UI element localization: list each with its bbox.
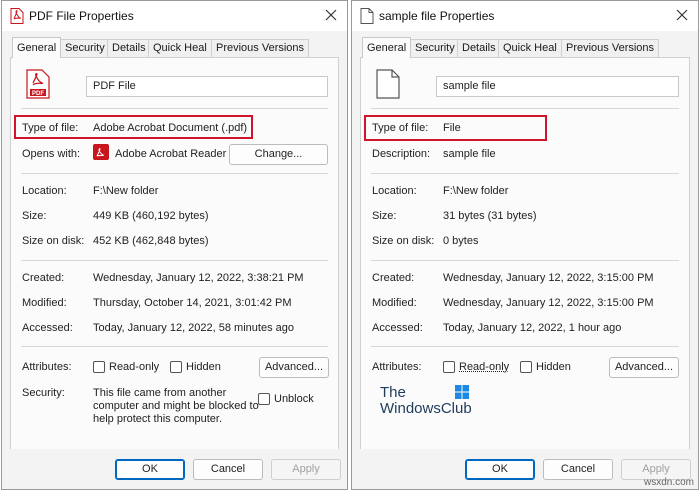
modified-label: Modified: bbox=[372, 297, 417, 309]
divider bbox=[371, 173, 679, 174]
size-on-disk-label: Size on disk: bbox=[372, 235, 435, 247]
file-name-field[interactable]: sample file bbox=[436, 76, 679, 97]
modified-value: Thursday, October 14, 2021, 3:01:42 PM bbox=[93, 297, 292, 309]
type-of-file-label: Type of file: bbox=[372, 122, 429, 134]
modified-value: Wednesday, January 12, 2022, 3:15:00 PM bbox=[443, 297, 654, 309]
site-watermark: wsxdn.com bbox=[643, 477, 694, 488]
tab-security[interactable]: Security bbox=[410, 39, 460, 57]
location-label: Location: bbox=[22, 185, 67, 197]
advanced-button[interactable]: Advanced... bbox=[259, 357, 329, 378]
watermark-text-the: The bbox=[380, 384, 406, 401]
tab-quick-heal[interactable]: Quick Heal bbox=[498, 39, 562, 57]
divider bbox=[21, 108, 328, 109]
divider bbox=[21, 346, 328, 347]
security-label: Security: bbox=[22, 387, 65, 399]
created-label: Created: bbox=[372, 272, 415, 284]
divider bbox=[21, 260, 328, 261]
size-label: Size: bbox=[372, 210, 397, 222]
location-value: F:\New folder bbox=[93, 185, 159, 197]
location-value: F:\New folder bbox=[443, 185, 509, 197]
apply-button[interactable]: Apply bbox=[271, 459, 341, 480]
attributes-label: Attributes: bbox=[22, 361, 72, 373]
tab-strip: General Security Details Quick Heal Prev… bbox=[10, 37, 339, 58]
ok-button[interactable]: OK bbox=[115, 459, 185, 480]
acrobat-reader-icon bbox=[93, 144, 109, 160]
size-label: Size: bbox=[22, 210, 47, 222]
divider bbox=[371, 260, 679, 261]
read-only-checkbox[interactable] bbox=[443, 361, 455, 373]
size-on-disk-value: 452 KB (462,848 bytes) bbox=[93, 235, 209, 247]
read-only-checkbox[interactable] bbox=[93, 361, 105, 373]
tab-details[interactable]: Details bbox=[457, 39, 501, 57]
opens-with-label: Opens with: bbox=[22, 148, 81, 160]
title-bar: PDF File Properties bbox=[2, 1, 347, 31]
close-icon[interactable] bbox=[323, 7, 339, 23]
window-title: sample file Properties bbox=[379, 9, 495, 23]
tab-previous-versions[interactable]: Previous Versions bbox=[561, 39, 660, 57]
type-of-file-value: File bbox=[443, 122, 461, 134]
read-only-label: Read-only bbox=[109, 361, 160, 373]
change-button[interactable]: Change... bbox=[229, 144, 328, 165]
accessed-label: Accessed: bbox=[22, 322, 73, 334]
general-panel: PDF PDF File Type of file: Adobe Acrobat… bbox=[10, 57, 339, 451]
hidden-label: Hidden bbox=[536, 361, 571, 373]
type-of-file-label: Type of file: bbox=[22, 122, 79, 134]
close-icon[interactable] bbox=[674, 7, 690, 23]
accessed-label: Accessed: bbox=[372, 322, 423, 334]
windows-logo-icon bbox=[455, 385, 469, 399]
created-value: Wednesday, January 12, 2022, 3:38:21 PM bbox=[93, 272, 304, 284]
pdf-properties-dialog: PDF File Properties General Security Det… bbox=[1, 0, 348, 490]
hidden-label: Hidden bbox=[186, 361, 221, 373]
security-text-line: This file came from another bbox=[93, 387, 227, 399]
size-value: 31 bytes (31 bytes) bbox=[443, 210, 537, 222]
window-title: PDF File Properties bbox=[29, 9, 134, 23]
divider bbox=[371, 346, 679, 347]
accessed-value: Today, January 12, 2022, 1 hour ago bbox=[443, 322, 622, 334]
description-label: Description: bbox=[372, 148, 431, 160]
ok-button[interactable]: OK bbox=[465, 459, 535, 480]
divider bbox=[371, 108, 679, 109]
opens-with-value: Adobe Acrobat Reader bbox=[115, 148, 227, 160]
cancel-button[interactable]: Cancel bbox=[193, 459, 263, 480]
advanced-button[interactable]: Advanced... bbox=[609, 357, 679, 378]
description-value: sample file bbox=[443, 148, 496, 160]
blank-file-icon bbox=[360, 8, 374, 24]
read-only-label: Read-only bbox=[459, 361, 510, 373]
cancel-button[interactable]: Cancel bbox=[543, 459, 613, 480]
type-of-file-value: Adobe Acrobat Document (.pdf) bbox=[93, 122, 248, 134]
attributes-label: Attributes: bbox=[372, 361, 422, 373]
modified-label: Modified: bbox=[22, 297, 67, 309]
location-label: Location: bbox=[372, 185, 417, 197]
tab-general[interactable]: General bbox=[12, 37, 62, 58]
file-name-field[interactable]: PDF File bbox=[86, 76, 328, 97]
pdf-file-icon bbox=[10, 8, 24, 24]
hidden-checkbox[interactable] bbox=[170, 361, 182, 373]
created-value: Wednesday, January 12, 2022, 3:15:00 PM bbox=[443, 272, 654, 284]
size-on-disk-value: 0 bytes bbox=[443, 235, 479, 247]
tab-strip: General Security Details Quick Heal Prev… bbox=[360, 37, 690, 58]
accessed-value: Today, January 12, 2022, 58 minutes ago bbox=[93, 322, 294, 334]
security-text-line: computer and might be blocked to bbox=[93, 400, 259, 412]
general-panel: sample file Type of file: File Descripti… bbox=[360, 57, 690, 451]
title-bar: sample file Properties bbox=[352, 1, 698, 31]
tab-quick-heal[interactable]: Quick Heal bbox=[148, 39, 212, 57]
tab-details[interactable]: Details bbox=[107, 39, 151, 57]
tab-security[interactable]: Security bbox=[60, 39, 110, 57]
unblock-label: Unblock bbox=[274, 393, 314, 405]
pdf-file-icon: PDF bbox=[26, 69, 50, 99]
svg-text:PDF: PDF bbox=[32, 91, 44, 97]
created-label: Created: bbox=[22, 272, 65, 284]
size-value: 449 KB (460,192 bytes) bbox=[93, 210, 209, 222]
watermark-text-windowsclub: WindowsClub bbox=[380, 400, 472, 417]
blank-file-icon bbox=[376, 69, 400, 99]
hidden-checkbox[interactable] bbox=[520, 361, 532, 373]
tab-previous-versions[interactable]: Previous Versions bbox=[211, 39, 310, 57]
sample-file-properties-dialog: sample file Properties General Security … bbox=[351, 0, 699, 490]
divider bbox=[21, 173, 328, 174]
size-on-disk-label: Size on disk: bbox=[22, 235, 85, 247]
security-text-line: help protect this computer. bbox=[93, 413, 223, 425]
unblock-checkbox[interactable] bbox=[258, 393, 270, 405]
dialog-footer: OK Cancel Apply bbox=[2, 449, 347, 489]
tab-general[interactable]: General bbox=[362, 37, 412, 58]
